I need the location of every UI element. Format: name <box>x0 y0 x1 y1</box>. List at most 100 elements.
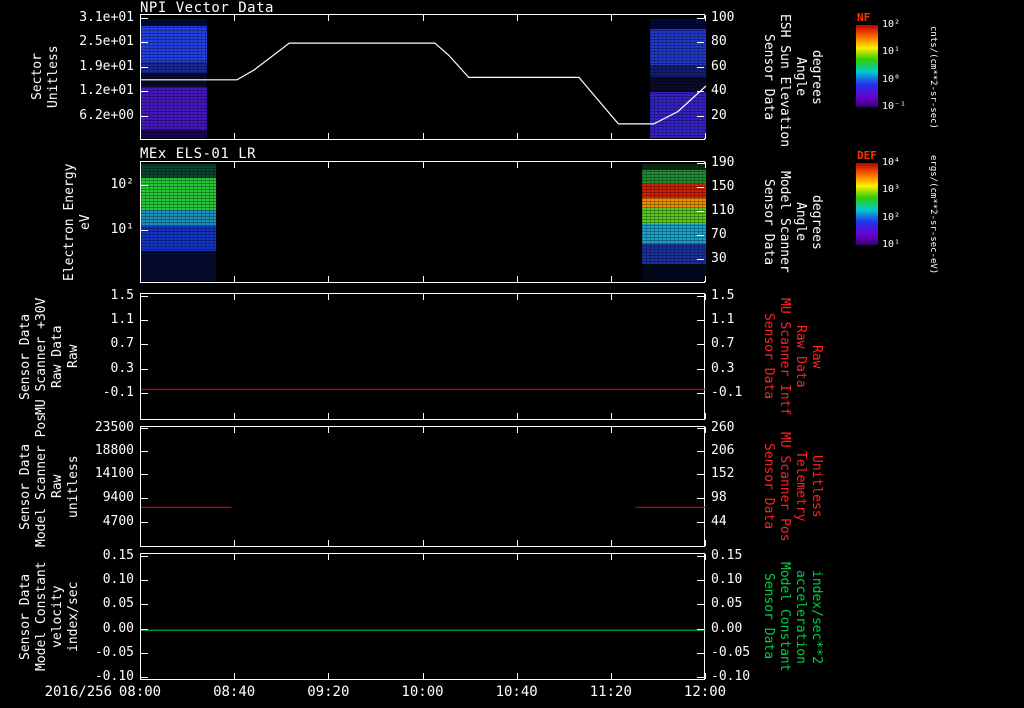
heatmap-region <box>141 162 216 282</box>
axis-title-line: MU Scanner +30V <box>34 297 49 416</box>
x-tick-label: 08:40 <box>213 684 256 700</box>
colorbar-tick-label: 10¹ <box>882 46 901 58</box>
x-tick-mark <box>328 294 329 300</box>
x-tick-mark <box>423 673 424 679</box>
axis-title-line: Sensor Data <box>761 178 776 266</box>
tick-mark <box>141 18 148 19</box>
x-tick-mark <box>328 427 329 433</box>
x-tick-mark <box>517 162 518 168</box>
x-tick-mark <box>611 540 612 546</box>
tick-mark <box>697 344 704 345</box>
axis-title-line: ESH Sun Elevation <box>777 14 792 148</box>
panel-2-box <box>140 161 706 283</box>
tick-mark <box>141 451 148 452</box>
axis-title-line: Sensor Data <box>761 573 776 660</box>
tick-mark <box>697 235 704 236</box>
axis-title-line: MU Scanner Intf <box>777 297 792 416</box>
x-tick-mark <box>705 413 706 419</box>
x-tick-mark <box>328 673 329 679</box>
x-tick-mark <box>423 162 424 168</box>
tick-mark <box>697 604 704 605</box>
colorbar-tick-label: 10⁻¹ <box>882 101 907 112</box>
panel-3-box <box>140 293 706 420</box>
axis-title-line: Model Constant <box>34 561 49 672</box>
x-tick-mark <box>423 294 424 300</box>
axis-title-line: index/sec <box>66 581 81 652</box>
axis-title-left: Electron Energy eV <box>62 161 94 283</box>
colorbar-nf: NF 10² 10¹ 10⁰ 10⁻¹ cnts/(cm**2-sr-sec) <box>856 11 1006 137</box>
axis-title-line: Electron Energy <box>62 163 77 281</box>
x-tick-mark <box>705 162 706 168</box>
x-tick-mark <box>611 294 612 300</box>
axis-title-line: Angle <box>793 202 808 242</box>
x-tick-mark <box>234 15 235 21</box>
tick-mark <box>697 451 704 452</box>
tick-mark <box>697 259 704 260</box>
x-tick-mark <box>517 540 518 546</box>
colorbar-def-gradient <box>856 163 878 245</box>
x-tick-mark <box>705 276 706 282</box>
x-tick-mark <box>611 673 612 679</box>
x-tick-mark <box>423 276 424 282</box>
tick-mark <box>141 556 148 557</box>
x-tick-label: 10:00 <box>401 684 444 700</box>
x-tick-mark <box>423 554 424 560</box>
x-tick-mark <box>423 540 424 546</box>
tick-mark <box>141 116 148 117</box>
axis-title-line: Sensor Data <box>761 443 776 530</box>
axis-title-line: Sensor Data <box>18 443 33 530</box>
tick-mark <box>141 42 148 43</box>
x-tick-mark <box>423 427 424 433</box>
axis-title-line: eV <box>78 214 93 230</box>
x-tick-mark <box>705 673 706 679</box>
x-tick-label: 09:20 <box>307 684 350 700</box>
panel-1-box <box>140 14 707 140</box>
tick-mark <box>141 604 148 605</box>
tick-mark <box>697 211 704 212</box>
axis-title-line: Angle <box>793 57 808 97</box>
x-tick-mark <box>234 294 235 300</box>
x-tick-mark <box>517 673 518 679</box>
app-background: { "x_axis": { "date_label": "2016/256", … <box>0 0 1024 708</box>
axis-title-left: Sensor Data MU Scanner +30V Raw Data Raw <box>18 293 82 420</box>
tick-mark <box>141 653 148 654</box>
tick-mark <box>697 474 704 475</box>
axis-title-line: degrees <box>809 194 824 250</box>
colorbar-tick-label: 10⁴ <box>882 157 901 168</box>
axis-title-line: Model Constant <box>777 561 792 672</box>
x-tick-mark <box>611 162 612 168</box>
axis-title-line: Raw <box>66 344 81 369</box>
x-tick-mark <box>234 133 235 139</box>
colorbar-nf-ticks: 10² 10¹ 10⁰ 10⁻¹ <box>882 19 922 112</box>
axis-title-line: Sensor Data <box>761 33 776 121</box>
colorbar-tick-label: 10¹ <box>882 239 901 250</box>
x-tick-mark <box>140 554 141 560</box>
x-tick-mark <box>705 15 706 21</box>
axis-title-line: Sensor Data <box>18 573 33 660</box>
tick-mark <box>141 428 148 429</box>
tick-mark <box>697 42 704 43</box>
colorbar-tick-label: 10² <box>882 211 901 223</box>
x-tick-mark <box>234 554 235 560</box>
series-plot <box>141 506 706 508</box>
tick-mark <box>141 393 148 394</box>
tick-mark <box>141 677 148 678</box>
x-tick-mark <box>328 15 329 21</box>
axis-title-left: Sector Unitless <box>30 14 62 140</box>
tick-mark <box>141 580 148 581</box>
x-tick-mark <box>705 133 706 139</box>
tick-mark <box>141 474 148 475</box>
x-tick-mark <box>705 427 706 433</box>
colorbar-tick-label: 10³ <box>882 184 901 196</box>
tick-mark <box>697 653 704 654</box>
x-tick-mark <box>611 276 612 282</box>
x-tick-mark <box>517 294 518 300</box>
x-tick-mark <box>140 427 141 433</box>
axis-title-line: MU Scanner Pos <box>777 431 792 542</box>
x-tick-label: 12:00 <box>683 684 727 700</box>
x-tick-mark <box>328 413 329 419</box>
axis-title-line: Telemetry <box>793 451 808 522</box>
colorbar-nf-unit: cnts/(cm**2-sr-sec) <box>928 25 938 129</box>
tick-mark <box>141 67 148 68</box>
series-plot <box>141 42 707 125</box>
